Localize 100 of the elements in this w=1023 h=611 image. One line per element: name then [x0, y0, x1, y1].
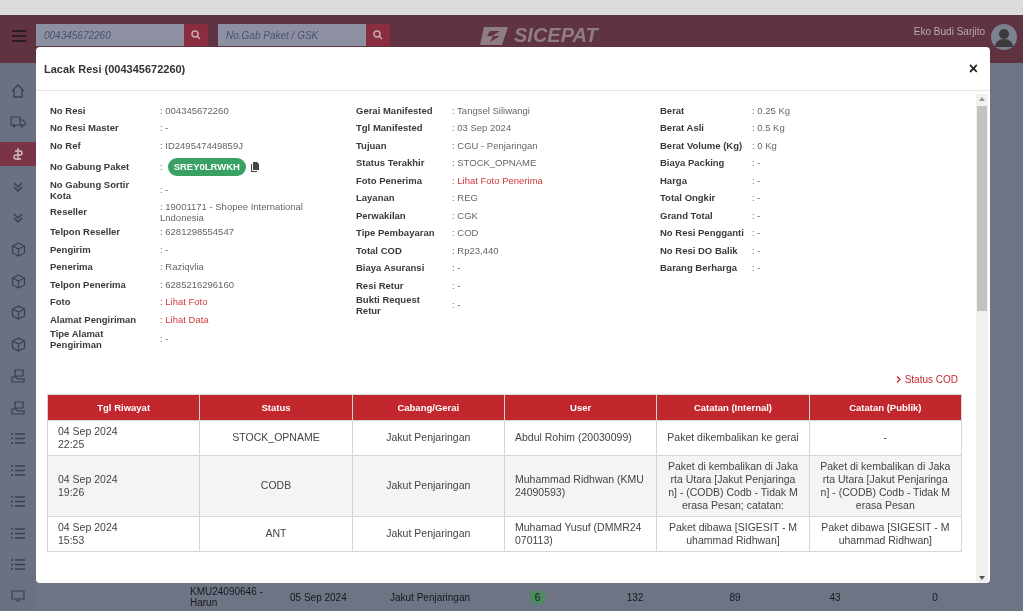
close-button[interactable]: × [966, 60, 980, 77]
list-icon [11, 464, 25, 476]
field-label: Penerima [50, 262, 94, 273]
menu-icon[interactable] [12, 30, 26, 42]
field-value: : COD [452, 228, 480, 239]
field-label: No Gabung Sortir Kota [50, 180, 131, 201]
field-label: Pengirim [50, 244, 92, 255]
field-label: Harga [660, 175, 688, 186]
field-label: Biaya Packing [660, 158, 726, 169]
field-label: Tipe Pembayaran [356, 228, 436, 239]
field-value: : - [452, 263, 462, 274]
table-cell: - [809, 420, 962, 455]
column-header: User [504, 394, 657, 420]
user-name: Eko Budi Sarjito [913, 26, 985, 37]
field-label: No Gabung Paket [50, 161, 131, 173]
field-label: Tipe Alamat Pengiriman [50, 329, 105, 350]
table-cell: Jakut Penjaringan [352, 516, 505, 551]
field-label: Status Terakhir [356, 158, 426, 169]
copy-icon[interactable] [251, 162, 259, 172]
logo-text: SICEPAT [514, 24, 598, 47]
field-label: No Resi Master [50, 123, 120, 134]
field-value: : 0 Kg [752, 140, 778, 151]
table-cell-text: 0 [931, 591, 939, 603]
field-label: Biaya Asuransi [356, 263, 426, 274]
box-hand-icon [10, 368, 26, 384]
list-icon [11, 433, 25, 445]
field-value: : Rp23,440 [452, 245, 500, 256]
scroll-down-icon[interactable] [979, 576, 985, 580]
field-value: : - [452, 300, 462, 311]
table-cell: Muhamad Yusuf (DMMR24070113) [504, 516, 657, 551]
field-value: : - [160, 185, 170, 196]
column-header: Status [199, 394, 353, 420]
table-cell-text: 89 [728, 591, 742, 603]
chevrons-down-icon [12, 180, 24, 193]
table-cell: Paket dibawa [SIGESIT - Muhammad Ridhwan] [809, 516, 962, 551]
code-badge: SREY0LRWKH [167, 157, 246, 177]
field-label: Telpon Reseller [50, 227, 122, 238]
field-label: Berat Asli [660, 123, 705, 134]
count-badge: 6 [529, 590, 546, 604]
field-link[interactable]: : Lihat Foto Penerima [452, 175, 652, 186]
table-cell-text: KMU24090646 - Harun [190, 586, 264, 608]
field-link[interactable]: : Lihat Data [160, 314, 310, 325]
column-header: Cabang/Gerai [352, 394, 505, 420]
search-button[interactable] [366, 24, 390, 46]
field-label: Telpon Penerima [50, 279, 127, 290]
avatar-icon[interactable] [991, 24, 1017, 50]
sidebar-item[interactable] [0, 142, 36, 166]
field-value: : CGU - Penjaringan [452, 140, 539, 151]
box-icon [10, 305, 26, 321]
field-value: : CGK [452, 210, 479, 221]
scroll-up-icon[interactable] [979, 97, 985, 101]
scrollbar[interactable] [976, 94, 988, 583]
field-label: Barang Berharga [660, 263, 739, 274]
table-cell: Paket di kembalikan di Jakarta Utara [Jakut Penjaringan] - (CODB) Codb - Tidak Merasa Pesan [809, 455, 962, 516]
field-label: Resi Retur [356, 280, 405, 291]
table-cell: 04 Sep 2024 15:53 [47, 516, 200, 551]
table-cell: CODB [199, 455, 353, 516]
field-value: : 0.25 Kg [752, 105, 792, 116]
field-label: Berat [660, 105, 686, 116]
field-link[interactable]: : Lihat Foto [160, 297, 310, 308]
dialog-title: Lacak Resi (004345672260) [44, 62, 186, 75]
field-label: Bukti Request Retur [356, 295, 421, 316]
box-icon [10, 273, 26, 289]
table-cell: STOCK_OPNAME [199, 420, 353, 455]
search-field[interactable]: No.Gab Paket / GSK [218, 24, 366, 46]
field-label: No Resi Pengganti [660, 228, 745, 239]
field-value: : - [752, 228, 762, 239]
chevron-right-icon [895, 376, 902, 383]
search-icon [373, 30, 383, 40]
field-label: No Resi DO Balik [660, 245, 739, 256]
table-cell: Paket di kembalikan di Jakarta Utara [Jakut Penjaringan] - (CODB) Codb - Tidak Merasa Pesan; catatan: [656, 455, 810, 516]
status-cod-link[interactable]: Status COD [895, 372, 958, 387]
field-value: : - [752, 263, 762, 274]
list-icon [11, 527, 25, 539]
field-label: Total Ongkir [660, 193, 717, 204]
field-label: Reseller [50, 207, 88, 218]
search-button[interactable] [184, 24, 208, 46]
table-cell-text: 05 Sep 2024 [290, 591, 348, 603]
field-label: Layanan [356, 193, 396, 204]
field-value: : STOCK_OPNAME [452, 158, 538, 169]
field-value: : Tangsel Siliwangi [452, 105, 531, 116]
field-label: Tujuan [356, 140, 388, 151]
field-label: No Ref [50, 140, 82, 151]
chevrons-down-icon [12, 212, 24, 225]
table-cell: Paket dibawa [SIGESIT - Muhammad Ridhwan] [656, 516, 810, 551]
field-label: Perwakilan [356, 210, 407, 221]
table-cell: 04 Sep 2024 22:25 [47, 420, 200, 455]
field-label: Grand Total [660, 210, 714, 221]
field-label: No Resi [50, 105, 87, 116]
box-icon [10, 336, 26, 352]
field-separator: : [160, 161, 163, 173]
table-cell-text: 43 [828, 591, 842, 603]
field-label: Gerai Manifested [356, 105, 434, 116]
field-label: Alamat Pengiriman [50, 314, 138, 325]
table-cell: Abdul Rohim (20030099) [504, 420, 657, 455]
search-field[interactable]: 004345672260 [36, 24, 184, 46]
search-icon [191, 30, 201, 40]
field-value: : - [752, 193, 762, 204]
table-cell: ANT [199, 516, 353, 551]
field-value: : - [160, 244, 170, 255]
